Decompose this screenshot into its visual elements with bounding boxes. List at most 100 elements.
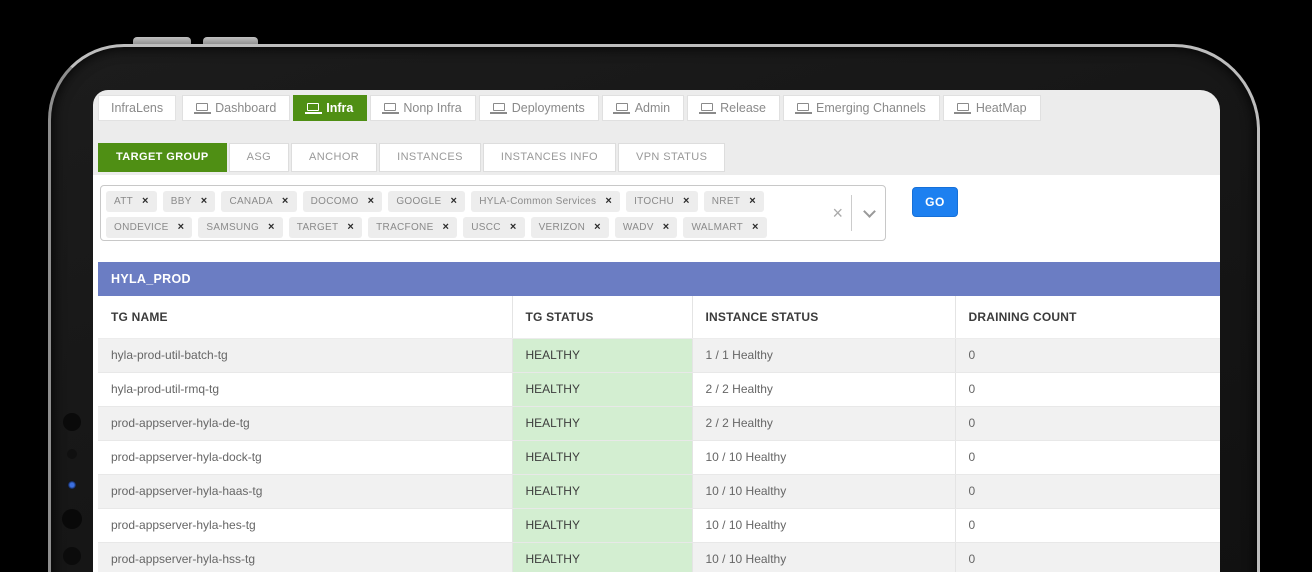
subnav-tab[interactable]: TARGET GROUP bbox=[98, 143, 227, 172]
nav-tab[interactable]: Release bbox=[687, 95, 780, 121]
filter-tag-label: USCC bbox=[471, 222, 501, 233]
filter-tag-label: NRET bbox=[712, 196, 740, 207]
column-header-draining-count: DRAINING COUNT bbox=[955, 296, 1220, 338]
cell-instance-status: 2 / 2 Healthy bbox=[692, 406, 955, 440]
cell-draining-count: 0 bbox=[955, 440, 1220, 474]
cell-instance-status: 10 / 10 Healthy bbox=[692, 542, 955, 572]
filter-tag-label: WALMART bbox=[691, 222, 743, 233]
column-header-tg-name: TG NAME bbox=[98, 296, 512, 338]
remove-tag-icon[interactable]: × bbox=[178, 222, 185, 233]
cell-tg-status: HEALTHY bbox=[512, 406, 692, 440]
remove-tag-icon[interactable]: × bbox=[347, 222, 354, 233]
nav-tab[interactable]: Emerging Channels bbox=[783, 95, 940, 121]
subnav-tab[interactable]: INSTANCES bbox=[379, 143, 481, 172]
remove-tag-icon[interactable]: × bbox=[749, 196, 756, 207]
subnav-tab[interactable]: ASG bbox=[229, 143, 289, 172]
filter-tag-label: BBY bbox=[171, 196, 192, 207]
laptop-icon bbox=[493, 103, 505, 111]
filter-tag-label: CANADA bbox=[229, 196, 272, 207]
chevron-down-icon[interactable] bbox=[863, 205, 876, 218]
table-row: prod-appserver-hyla-de-tg HEALTHY 2 / 2 … bbox=[98, 406, 1220, 440]
column-header-instance-status: INSTANCE STATUS bbox=[692, 296, 955, 338]
remove-tag-icon[interactable]: × bbox=[368, 196, 375, 207]
cell-draining-count: 0 bbox=[955, 372, 1220, 406]
remove-tag-icon[interactable]: × bbox=[752, 222, 759, 233]
nav-tab-label: Admin bbox=[635, 101, 670, 115]
cell-tg-name: prod-appserver-hyla-hss-tg bbox=[98, 542, 512, 572]
cell-draining-count: 0 bbox=[955, 542, 1220, 572]
filter-tag: HYLA-Common Services × bbox=[471, 191, 620, 212]
filter-tag: ITOCHU × bbox=[626, 191, 698, 212]
remove-tag-icon[interactable]: × bbox=[594, 222, 601, 233]
remove-tag-icon[interactable]: × bbox=[663, 222, 670, 233]
clear-all-icon[interactable]: × bbox=[832, 204, 843, 222]
remove-tag-icon[interactable]: × bbox=[450, 196, 457, 207]
camera-led-dot bbox=[68, 481, 76, 489]
nav-tab[interactable]: Deployments bbox=[479, 95, 599, 121]
nav-tab-bar: Dashboard Infra Nonp Infra Deplo bbox=[182, 95, 1040, 121]
filter-tag: SAMSUNG × bbox=[198, 217, 282, 238]
cell-tg-name: prod-appserver-hyla-dock-tg bbox=[98, 440, 512, 474]
cell-draining-count: 0 bbox=[955, 338, 1220, 372]
divider bbox=[851, 195, 852, 231]
subnav-tab[interactable]: VPN STATUS bbox=[618, 143, 725, 172]
bezel-dot bbox=[63, 547, 81, 565]
cell-instance-status: 1 / 1 Healthy bbox=[692, 338, 955, 372]
cell-tg-status: HEALTHY bbox=[512, 372, 692, 406]
stage: InfraLens Dashboard Infra Non bbox=[0, 0, 1312, 572]
filter-tag: WALMART × bbox=[683, 217, 766, 238]
nav-tab[interactable]: Nonp Infra bbox=[370, 95, 475, 121]
remove-tag-icon[interactable]: × bbox=[268, 222, 275, 233]
section-header: HYLA_PROD bbox=[98, 262, 1220, 296]
nav-tab-label: Release bbox=[720, 101, 766, 115]
nav-tab[interactable]: Dashboard bbox=[182, 95, 290, 121]
laptop-icon bbox=[384, 103, 396, 111]
cell-tg-name: hyla-prod-util-batch-tg bbox=[98, 338, 512, 372]
nav-tab[interactable]: Infra bbox=[293, 95, 367, 121]
cell-instance-status: 2 / 2 Healthy bbox=[692, 372, 955, 406]
filter-tag: TARGET × bbox=[289, 217, 362, 238]
filter-tag: TRACFONE × bbox=[368, 217, 457, 238]
laptop-icon bbox=[616, 103, 628, 111]
filter-tag: CANADA × bbox=[221, 191, 296, 212]
filter-tag: GOOGLE × bbox=[388, 191, 465, 212]
cell-draining-count: 0 bbox=[955, 508, 1220, 542]
table-header-row: TG NAME TG STATUS INSTANCE STATUS DRAINI… bbox=[98, 296, 1220, 338]
cell-tg-name: prod-appserver-hyla-de-tg bbox=[98, 406, 512, 440]
remove-tag-icon[interactable]: × bbox=[282, 196, 289, 207]
bezel-dot bbox=[63, 413, 81, 431]
cell-tg-status: HEALTHY bbox=[512, 338, 692, 372]
subnav-tab[interactable]: INSTANCES INFO bbox=[483, 143, 616, 172]
filter-tag: ATT × bbox=[106, 191, 157, 212]
filter-tag: VERIZON × bbox=[531, 217, 609, 238]
remove-tag-icon[interactable]: × bbox=[201, 196, 208, 207]
cell-tg-status: HEALTHY bbox=[512, 508, 692, 542]
app-logo: InfraLens bbox=[98, 95, 176, 121]
remove-tag-icon[interactable]: × bbox=[605, 196, 612, 207]
remove-tag-icon[interactable]: × bbox=[510, 222, 517, 233]
subnav-tab[interactable]: ANCHOR bbox=[291, 143, 377, 172]
nav-tab-label: Dashboard bbox=[215, 101, 276, 115]
nav-tab-label: HeatMap bbox=[976, 101, 1027, 115]
cell-draining-count: 0 bbox=[955, 406, 1220, 440]
table-row: prod-appserver-hyla-haas-tg HEALTHY 10 /… bbox=[98, 474, 1220, 508]
bezel-dot bbox=[62, 509, 82, 529]
filter-tag-label: TARGET bbox=[297, 222, 339, 233]
nav-tab-label: Emerging Channels bbox=[816, 101, 926, 115]
filter-tag: NRET × bbox=[704, 191, 764, 212]
remove-tag-icon[interactable]: × bbox=[443, 222, 450, 233]
target-group-table: TG NAME TG STATUS INSTANCE STATUS DRAINI… bbox=[98, 296, 1220, 572]
remove-tag-icon[interactable]: × bbox=[142, 196, 149, 207]
filter-tag-label: ITOCHU bbox=[634, 196, 674, 207]
filter-tag: ONDEVICE × bbox=[106, 217, 192, 238]
laptop-icon bbox=[701, 103, 713, 111]
app-screen: InfraLens Dashboard Infra Non bbox=[93, 90, 1220, 572]
filter-tag-label: HYLA-Common Services bbox=[479, 196, 596, 207]
nav-tab[interactable]: HeatMap bbox=[943, 95, 1041, 121]
laptop-icon bbox=[797, 103, 809, 111]
remove-tag-icon[interactable]: × bbox=[683, 196, 690, 207]
nav-tab[interactable]: Admin bbox=[602, 95, 684, 121]
top-navbar: InfraLens Dashboard Infra Non bbox=[98, 95, 1041, 121]
go-button[interactable]: GO bbox=[912, 187, 958, 217]
target-multiselect[interactable]: ATT × BBY × CANADA × DOCOMO bbox=[100, 185, 886, 241]
